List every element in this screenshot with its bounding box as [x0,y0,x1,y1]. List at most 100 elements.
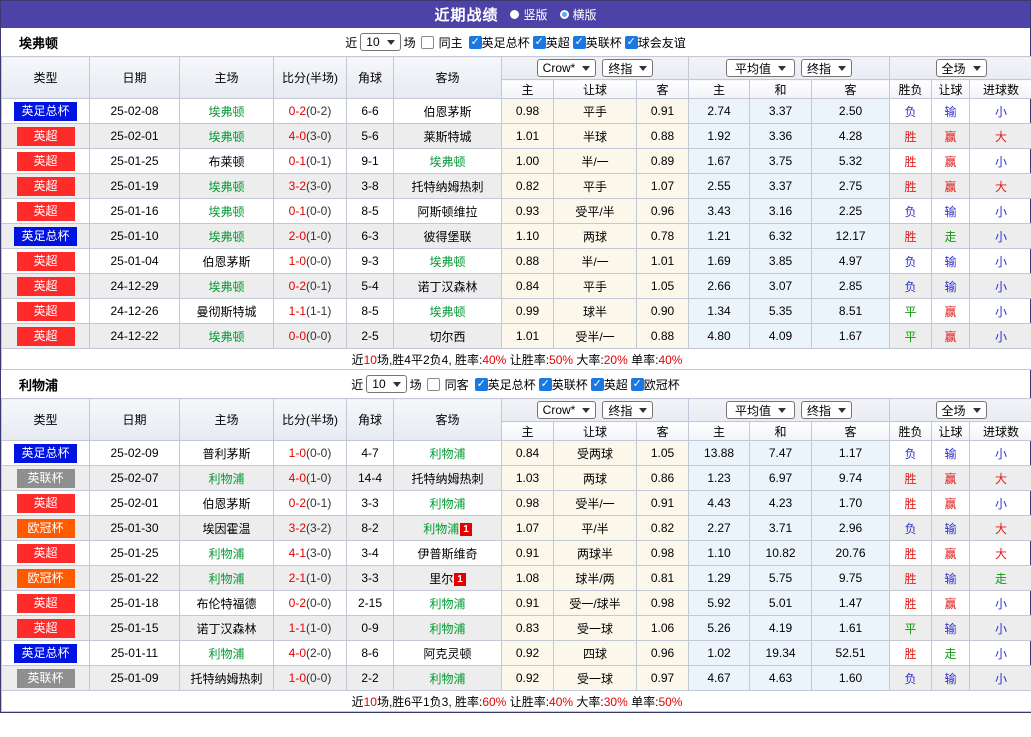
avg-period-select[interactable]: 终指 [801,401,853,419]
league-filter-checkbox[interactable]: ✓ 英联杯 [572,34,622,51]
home-team-cell: 诺丁汉森林 [179,615,274,641]
recent-results-panel: 近期战绩 竖版 横版 埃弗顿 近 10 场 同主 ✓ 英足总杯 ✓ 英超 ✓ 英联杯 ✓ 球会… [0,0,1031,713]
league-badge: 英超 [16,176,75,196]
col-header-type: 类型 [1,398,90,441]
odds-source-select[interactable]: Crow* [536,59,597,77]
avg-away-cell: 1.17 [811,440,891,466]
odds-select-group: Crow* 终指 [500,398,690,422]
corners-cell: 3-3 [346,490,394,516]
same-venue-checkbox[interactable] [426,377,440,391]
home-team-cell: 埃弗顿 [179,273,274,299]
result-wdl-cell: 负 [889,665,933,691]
corners-cell: 3-8 [346,173,394,199]
match-count-select[interactable]: 10 [360,33,401,51]
checkbox-checked-icon[interactable]: ✓ [624,35,638,49]
full-score: 1-1 [288,304,306,318]
result-handicap-cell: 输 [931,615,971,641]
avg-draw-cell: 19.34 [749,640,813,666]
col-header-away: 客场 [393,398,502,441]
scope-select[interactable]: 全场 [935,401,987,419]
odds-period-select[interactable]: 终指 [602,59,654,77]
home-odds-cell: 1.00 [501,148,554,174]
checkbox-checked-icon[interactable]: ✓ [474,377,488,391]
away-odds-cell: 0.91 [635,490,690,516]
odds-source-value: Crow* [542,403,576,417]
avg-home-cell: 1.10 [688,540,751,566]
league-cell: 英超 [1,615,90,641]
result-goals-cell: 小 [969,640,1031,666]
vertical-layout-radio[interactable]: 竖版 [510,6,548,23]
result-goals-cell: 小 [969,615,1031,641]
result-wdl-cell: 负 [889,440,933,466]
away-team-cell: 利物浦 [393,590,502,616]
table-row: 英超 24-12-29 埃弗顿 0-2(0-1) 5-4 诺丁汉森林 0.84 平手 1.05 2… [1,273,1031,299]
league-filter-checkbox[interactable]: ✓ 英联杯 [538,376,588,393]
home-team-cell: 利物浦 [179,540,274,566]
score-cell: 2-0(1-0) [273,223,347,249]
avg-draw-cell: 3.36 [749,123,813,149]
away-odds-cell: 0.88 [635,323,690,349]
half-score: (0-0) [306,596,332,610]
date-cell: 25-01-25 [89,540,180,566]
away-odds-cell: 0.90 [635,298,690,324]
home-odds-cell: 1.08 [501,565,554,591]
league-filter-checkbox[interactable]: ✓ 英超 [532,34,570,51]
corners-cell: 8-2 [346,515,394,541]
checkbox-checked-icon[interactable]: ✓ [532,35,546,49]
result-wdl-cell: 胜 [889,490,933,516]
checkbox-checked-icon[interactable]: ✓ [630,377,644,391]
score-cell: 1-0(0-0) [273,248,347,274]
result-wdl-cell: 胜 [889,148,933,174]
home-team-cell: 普利茅斯 [179,440,274,466]
date-cell: 25-01-16 [89,198,180,224]
league-filter-checkbox[interactable]: ✓ 球会友谊 [624,34,686,51]
half-score: (1-0) [306,471,332,485]
team-name: 利物浦 [429,596,466,611]
checkbox-checked-icon[interactable]: ✓ [468,35,482,49]
away-team-cell: 埃弗顿 [393,248,502,274]
avg-source-select[interactable]: 平均值 [726,401,796,419]
same-venue-checkbox[interactable] [420,35,434,49]
avg-draw-cell: 4.09 [749,323,813,349]
handicap-line-cell: 受一球 [553,665,637,691]
team-name: 托特纳姆热刺 [411,179,484,194]
match-count-select[interactable]: 10 [366,375,407,393]
half-score: (0-0) [306,671,332,685]
avg-draw-cell: 4.63 [749,665,813,691]
team-name: 埃因霍温 [202,521,251,536]
half-score: (3-2) [306,521,332,535]
avg-period-value: 终指 [807,61,832,76]
result-goals-cell: 走 [969,565,1031,591]
league-cell: 英联杯 [1,665,90,691]
avg-source-select[interactable]: 平均值 [726,59,796,77]
full-score: 0-0 [288,329,306,343]
league-cell: 英足总杯 [1,640,90,666]
horizontal-layout-label: 横版 [572,8,597,22]
odds-source-select[interactable]: Crow* [536,401,597,419]
team-name: 利物浦 [208,646,245,661]
scope-select[interactable]: 全场 [935,59,987,77]
checkbox-checked-icon[interactable]: ✓ [572,35,586,49]
home-team-cell: 埃弗顿 [179,98,274,124]
league-filter-checkbox[interactable]: ✓ 英足总杯 [474,376,536,393]
home-odds-cell: 0.98 [501,490,554,516]
avg-period-select[interactable]: 终指 [801,59,853,77]
checkbox-checked-icon[interactable]: ✓ [590,377,604,391]
table-row: 英超 25-02-01 伯恩茅斯 0-2(0-1) 3-3 利物浦 0.98 受半/一 0.91… [1,490,1031,516]
league-filter-checkbox[interactable]: ✓ 英超 [590,376,628,393]
result-wdl-cell: 负 [889,515,933,541]
result-handicap-cell: 输 [931,248,971,274]
odds-period-select[interactable]: 终指 [602,401,654,419]
league-filter-checkbox[interactable]: ✓ 欧冠杯 [630,376,680,393]
table-row: 英超 25-01-15 诺丁汉森林 1-1(1-0) 0-9 利物浦 0.83 受一球 1.06… [1,615,1031,641]
league-filter-checkbox[interactable]: ✓ 英足总杯 [468,34,530,51]
col-header-corners: 角球 [346,398,394,441]
checkbox-checked-icon[interactable]: ✓ [538,377,552,391]
home-team-cell: 伯恩茅斯 [179,248,274,274]
horizontal-layout-radio[interactable]: 横版 [559,6,597,23]
avg-home-cell: 3.43 [688,198,751,224]
avg-draw-cell: 3.37 [749,98,813,124]
result-wdl-cell: 负 [889,273,933,299]
full-score: 1-0 [288,671,306,685]
col-header-score: 比分(半场) [273,56,347,99]
